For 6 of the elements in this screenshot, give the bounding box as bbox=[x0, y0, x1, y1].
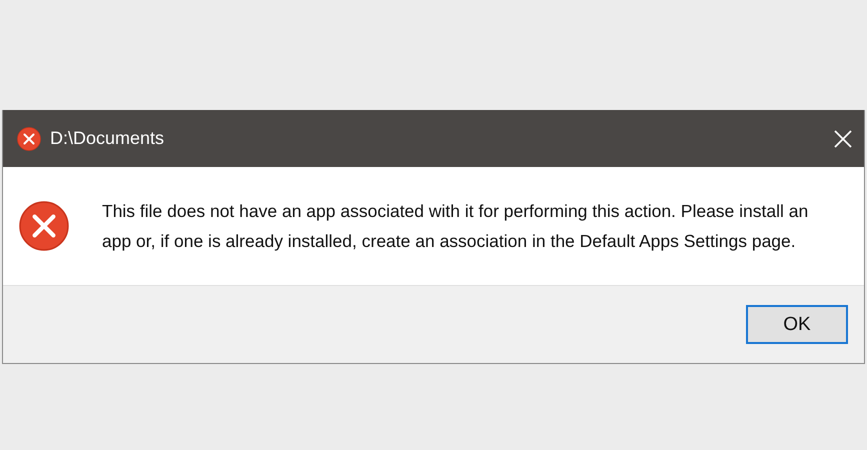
ok-button[interactable]: OK bbox=[746, 305, 848, 344]
error-icon bbox=[17, 126, 41, 150]
close-icon[interactable] bbox=[832, 128, 854, 150]
error-message: This file does not have an app associated with it for performing this action. Please install an app or, if one is already installed, create an association in the Default Apps Settings page. bbox=[102, 200, 810, 253]
window-title: D:\Documents bbox=[50, 128, 166, 149]
error-icon bbox=[19, 201, 69, 251]
